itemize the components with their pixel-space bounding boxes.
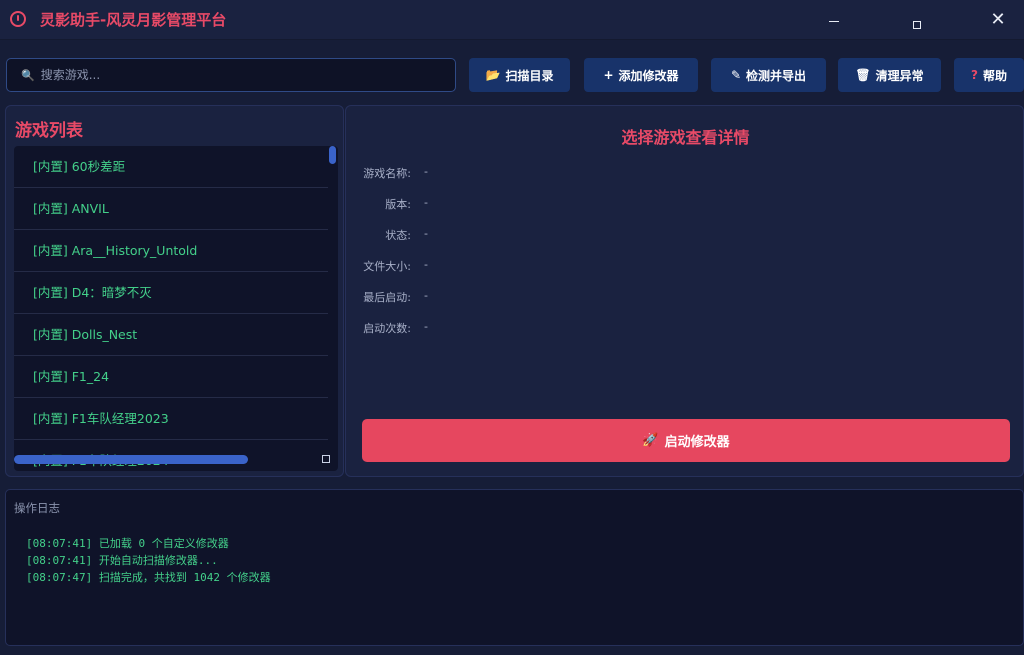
plus-icon: +	[603, 68, 614, 82]
log-panel: 操作日志 [08:07:41] 已加载 0 个自定义修改器 [08:07:41]…	[5, 489, 1024, 646]
detect-export-button[interactable]: ✎ 检测并导出	[711, 58, 826, 92]
details-panel: 选择游戏查看详情 游戏名称: - 版本: - 状态: - 文件大小: - 最后启…	[345, 105, 1024, 477]
horizontal-scrollbar[interactable]	[14, 455, 248, 464]
log-title: 操作日志	[14, 501, 60, 515]
field-value-game-name: -	[424, 165, 428, 178]
detect-export-label: 检测并导出	[746, 68, 807, 83]
trash-icon: 🗑	[855, 68, 871, 82]
field-label-last-launch: 最后启动:	[363, 291, 411, 304]
field-value-launch-count: -	[424, 320, 428, 333]
add-trainer-label: 添加修改器	[618, 68, 679, 83]
field-label-game-name: 游戏名称:	[363, 167, 411, 180]
search-icon: 🔍	[21, 68, 35, 82]
field-value-version: -	[424, 196, 428, 209]
scan-directory-label: 扫描目录	[505, 68, 554, 83]
list-item[interactable]: [内置] Ara__History_Untold	[14, 230, 328, 272]
search-box[interactable]: 🔍	[6, 58, 456, 92]
list-item[interactable]: [内置] Dolls_Nest	[14, 314, 328, 356]
log-lines: [08:07:41] 已加载 0 个自定义修改器 [08:07:41] 开始自动…	[26, 535, 271, 586]
field-label-launch-count: 启动次数:	[363, 322, 411, 335]
scroll-corner-icon	[322, 455, 330, 463]
scan-directory-button[interactable]: 📂 扫描目录	[469, 58, 570, 92]
list-item[interactable]: [内置] F1_24	[14, 356, 328, 398]
clean-anomalies-button[interactable]: 🗑 清理异常	[838, 58, 941, 92]
field-value-last-launch: -	[424, 289, 428, 302]
launch-trainer-button[interactable]: 🚀 启动修改器	[362, 419, 1010, 462]
field-label-version: 版本:	[385, 198, 411, 211]
launch-trainer-label: 启动修改器	[664, 435, 730, 450]
help-button[interactable]: ? 帮助	[954, 58, 1024, 92]
folder-icon: 📂	[485, 68, 501, 82]
field-value-file-size: -	[424, 258, 428, 271]
log-line: [08:07:41] 开始自动扫描修改器...	[26, 554, 218, 567]
search-input[interactable]	[40, 68, 455, 82]
log-line: [08:07:47] 扫描完成，共找到 1042 个修改器	[26, 571, 271, 584]
game-list[interactable]: [内置] 60秒差距 [内置] ANVIL [内置] Ara__History_…	[14, 146, 338, 471]
list-item[interactable]: [内置] 60秒差距	[14, 146, 328, 188]
field-label-status: 状态:	[385, 229, 411, 242]
pencil-icon: ✎	[730, 68, 742, 82]
rocket-icon: 🚀	[642, 433, 659, 448]
close-button[interactable]: ✕	[976, 6, 1020, 34]
list-item[interactable]: [内置] ANVIL	[14, 188, 328, 230]
title-bar: 灵影助手-风灵月影管理平台 ✕	[0, 0, 1024, 40]
question-icon: ?	[971, 68, 978, 82]
details-title: 选择游戏查看详情	[621, 128, 750, 147]
power-icon	[10, 11, 26, 27]
window-title: 灵影助手-风灵月影管理平台	[40, 11, 227, 29]
minimize-button[interactable]	[812, 6, 856, 34]
list-item[interactable]: [内置] F1车队经理2023	[14, 398, 328, 440]
vertical-scrollbar[interactable]	[329, 146, 336, 164]
help-label: 帮助	[982, 68, 1007, 83]
game-list-title: 游戏列表	[15, 121, 83, 141]
maximize-button[interactable]	[894, 6, 938, 34]
list-item[interactable]: [内置] D4：暗梦不灭	[14, 272, 328, 314]
field-value-status: -	[424, 227, 428, 240]
field-label-file-size: 文件大小:	[363, 260, 411, 273]
game-list-panel: 游戏列表 [内置] 60秒差距 [内置] ANVIL [内置] Ara__His…	[5, 105, 344, 477]
log-line: [08:07:41] 已加载 0 个自定义修改器	[26, 537, 229, 550]
add-trainer-button[interactable]: + 添加修改器	[584, 58, 698, 92]
clean-anomalies-label: 清理异常	[875, 68, 924, 83]
